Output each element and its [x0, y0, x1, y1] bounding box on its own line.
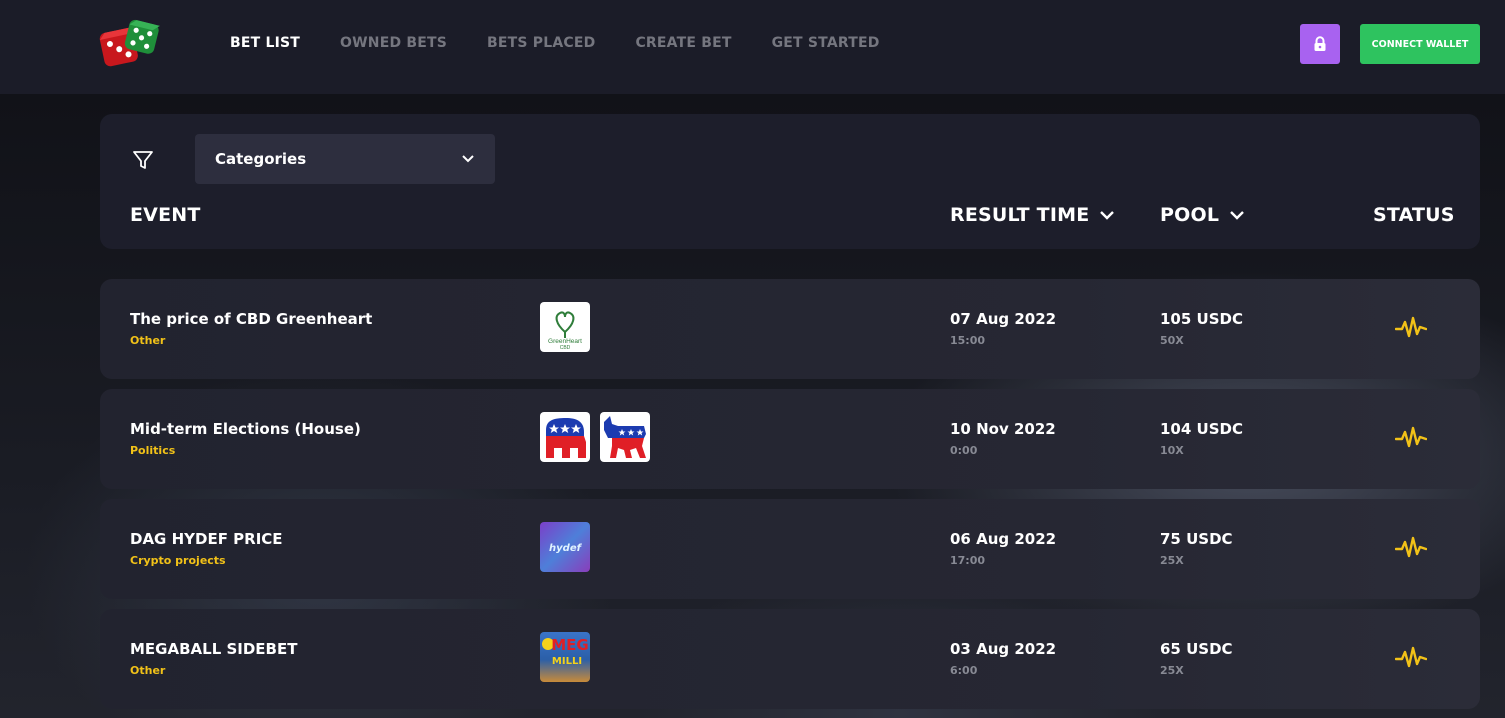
event-title: The price of CBD Greenheart [130, 310, 373, 328]
connect-wallet-button[interactable]: CONNECT WALLET [1360, 24, 1480, 64]
pulse-icon [1395, 426, 1427, 448]
pool-amount: 65 USDC [1160, 640, 1233, 658]
chevron-down-icon [1100, 210, 1115, 220]
column-result-time[interactable]: RESULT TIME [950, 204, 1115, 226]
event-title: MEGABALL SIDEBET [130, 640, 298, 658]
event-title: Mid-term Elections (House) [130, 420, 361, 438]
categories-dropdown[interactable]: Categories [195, 134, 495, 184]
categories-label: Categories [215, 150, 307, 168]
filter-panel: Categories EVENT RESULT TIME POOL STATUS [100, 114, 1480, 249]
filter-icon[interactable] [132, 149, 154, 171]
nav-bet-list[interactable]: BET LIST [230, 35, 300, 51]
result-time: 0:00 [950, 444, 978, 457]
pool-amount: 104 USDC [1160, 420, 1243, 438]
nav-bets-placed[interactable]: BETS PLACED [487, 35, 595, 51]
event-category: Crypto projects [130, 554, 226, 567]
column-event-label: EVENT [130, 204, 201, 226]
pulse-icon [1395, 536, 1427, 558]
pool-multiplier: 25X [1160, 664, 1184, 677]
event-category: Other [130, 334, 166, 347]
event-category: Other [130, 664, 166, 677]
bet-row[interactable]: The price of CBD Greenheart Other GreenH… [100, 279, 1480, 379]
column-pool-label: POOL [1160, 204, 1220, 226]
svg-text:hydef: hydef [549, 543, 583, 554]
result-time: 17:00 [950, 554, 986, 567]
column-status-label: STATUS [1373, 204, 1455, 226]
lock-icon [1314, 36, 1326, 51]
pool-amount: 75 USDC [1160, 530, 1233, 548]
top-navbar: BET LIST OWNED BETS BETS PLACED CREATE B… [0, 0, 1505, 94]
bet-row[interactable]: DAG HYDEF PRICE Crypto projects hydef 06… [100, 499, 1480, 599]
mega-millions-logo: MEG MILLI [540, 632, 590, 682]
bet-row[interactable]: Mid-term Elections (House) Politics 10 N… [100, 389, 1480, 489]
result-time: 15:00 [950, 334, 986, 347]
result-time: 6:00 [950, 664, 978, 677]
greenheart-cbd-logo: GreenHeart CBD [540, 302, 590, 352]
result-date: 06 Aug 2022 [950, 530, 1057, 548]
pool-multiplier: 50X [1160, 334, 1184, 347]
democrat-donkey-logo [600, 412, 650, 462]
event-category: Politics [130, 444, 176, 457]
lock-button[interactable] [1300, 24, 1340, 64]
pool-amount: 105 USDC [1160, 310, 1243, 328]
svg-text:CBD: CBD [560, 345, 571, 351]
result-date: 10 Nov 2022 [950, 420, 1056, 438]
column-pool[interactable]: POOL [1160, 204, 1245, 226]
chevron-down-icon [1230, 210, 1244, 220]
svg-text:GreenHeart: GreenHeart [548, 338, 582, 345]
dice-logo-icon[interactable] [96, 18, 164, 70]
event-title: DAG HYDEF PRICE [130, 530, 283, 548]
column-event: EVENT [130, 204, 201, 226]
result-date: 03 Aug 2022 [950, 640, 1057, 658]
svg-text:MEG: MEG [551, 636, 589, 654]
nav-get-started[interactable]: GET STARTED [772, 35, 880, 51]
bet-row[interactable]: MEGABALL SIDEBET Other MEG MILLI 03 Aug … [100, 609, 1480, 709]
pool-multiplier: 10X [1160, 444, 1184, 457]
svg-text:MILLI: MILLI [552, 656, 582, 667]
main-nav: BET LIST OWNED BETS BETS PLACED CREATE B… [230, 35, 920, 51]
column-result-time-label: RESULT TIME [950, 204, 1090, 226]
chevron-down-icon [462, 155, 474, 163]
nav-owned-bets[interactable]: OWNED BETS [340, 35, 447, 51]
pool-multiplier: 25X [1160, 554, 1184, 567]
hydef-logo: hydef [540, 522, 590, 572]
republican-elephant-logo [540, 412, 590, 462]
result-date: 07 Aug 2022 [950, 310, 1057, 328]
pulse-icon [1395, 646, 1427, 668]
nav-create-bet[interactable]: CREATE BET [635, 35, 731, 51]
column-status: STATUS [1373, 204, 1455, 226]
pulse-icon [1395, 316, 1427, 338]
